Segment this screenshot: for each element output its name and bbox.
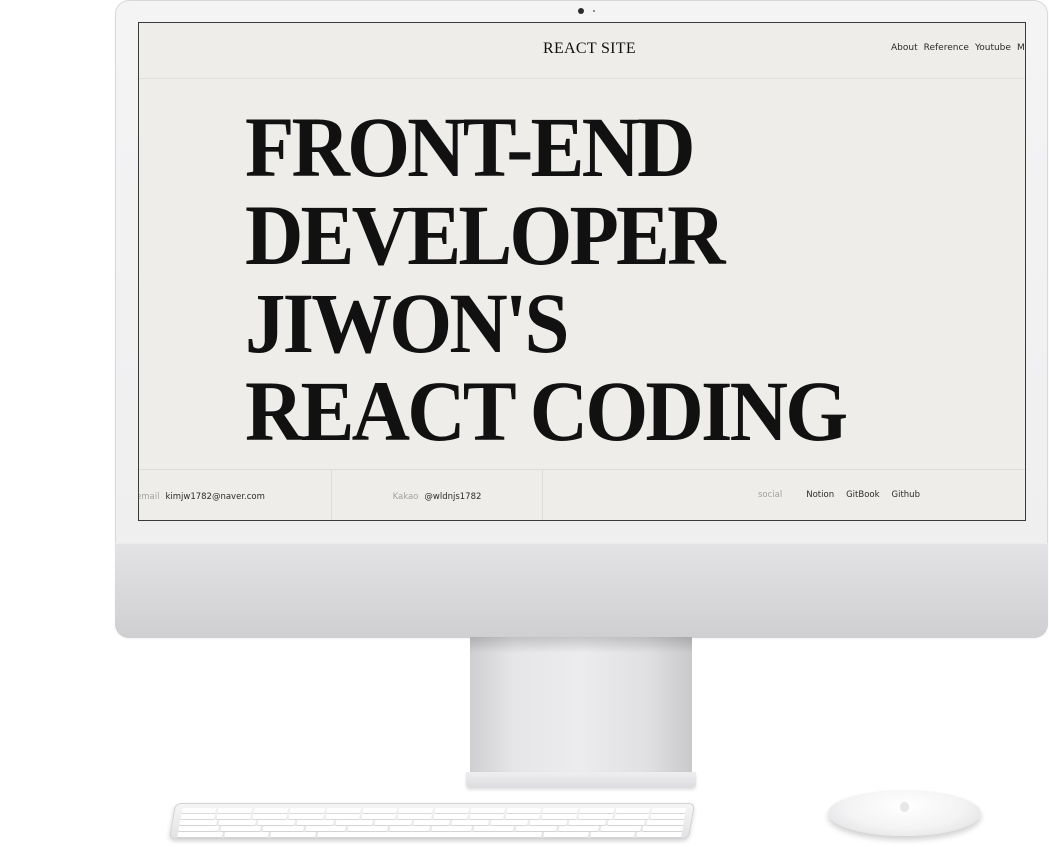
hero-line: JIWON'S bbox=[245, 275, 569, 371]
screen: REACT SITE About Reference Youtube Me FR… bbox=[138, 22, 1026, 521]
contact-email: email kimjw1782@naver.com bbox=[138, 470, 332, 520]
hero-title: FRONT-END DEVELOPER JIWON'S REACT CODING bbox=[245, 99, 848, 459]
hero-line: FRONT-END bbox=[245, 99, 696, 195]
email-label: email bbox=[138, 491, 160, 502]
camera-icon bbox=[578, 8, 584, 14]
keyboard-image bbox=[168, 803, 696, 839]
social-link-gitbook[interactable]: GitBook bbox=[846, 490, 879, 500]
social-links: social Notion GitBook Github bbox=[758, 490, 920, 500]
imac-chin bbox=[115, 543, 1048, 638]
stand-shadow bbox=[470, 637, 692, 653]
nav-link-me[interactable]: Me bbox=[1017, 43, 1025, 53]
hero-line: DEVELOPER bbox=[245, 187, 726, 283]
contact-bar: email kimjw1782@naver.com Kakao @wldnjs1… bbox=[138, 469, 1025, 520]
nav-link-youtube[interactable]: Youtube bbox=[975, 43, 1011, 53]
sensor-icon bbox=[593, 10, 595, 12]
site-header: REACT SITE About Reference Youtube Me bbox=[139, 23, 1025, 79]
email-value[interactable]: kimjw1782@naver.com bbox=[165, 492, 264, 502]
site-logo[interactable]: REACT SITE bbox=[543, 40, 636, 58]
nav-link-about[interactable]: About bbox=[891, 43, 918, 53]
imac-stand-foot bbox=[466, 772, 696, 788]
mouse-image bbox=[828, 790, 981, 836]
imac-stand bbox=[470, 637, 692, 777]
site-nav: About Reference Youtube Me bbox=[891, 43, 1025, 53]
kakao-value[interactable]: @wldnjs1782 bbox=[424, 492, 481, 502]
nav-link-reference[interactable]: Reference bbox=[924, 43, 969, 53]
social-link-github[interactable]: Github bbox=[892, 490, 920, 500]
hero-line: REACT CODING bbox=[245, 363, 848, 459]
social-link-notion[interactable]: Notion bbox=[806, 490, 834, 500]
kakao-label: Kakao bbox=[392, 491, 419, 502]
contact-social: social Notion GitBook Github bbox=[543, 470, 1025, 520]
contact-kakao: Kakao @wldnjs1782 bbox=[332, 470, 543, 520]
apple-logo-icon bbox=[900, 802, 909, 812]
social-label: social bbox=[758, 490, 783, 500]
